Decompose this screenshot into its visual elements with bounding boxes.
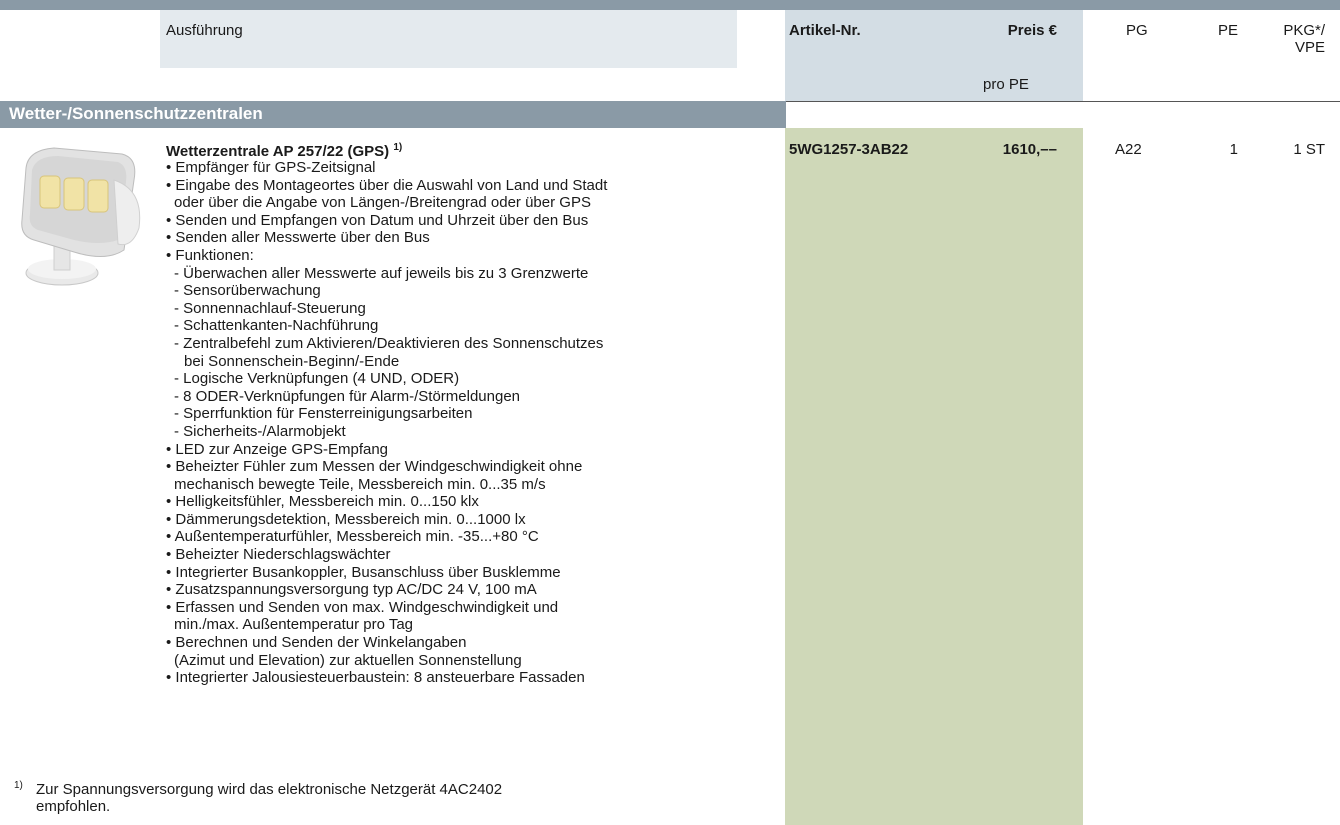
feature-item: min./max. Außentemperatur pro Tag (174, 616, 414, 634)
product-title-footnote-marker: 1) (393, 142, 403, 153)
feature-item: oder über die Angabe von Längen-/Breiten… (174, 194, 591, 212)
header-preis: Preis € (1007, 22, 1057, 39)
feature-item: • Senden und Empfangen von Datum und Uhr… (166, 211, 589, 229)
product-pkg: 1 ST (1293, 141, 1325, 158)
product-title-text: Wetterzentrale AP 257/22 (GPS) (166, 143, 390, 160)
product-preis: 1610,–– (1002, 141, 1057, 158)
footnote-line1: Zur Spannungsversorgung wird das elektro… (36, 781, 503, 798)
feature-item: • Eingabe des Montageortes über die Ausw… (166, 176, 608, 194)
product-title: Wetterzentrale AP 257/22 (GPS) 1) (166, 139, 402, 161)
header-pkg-line1: PKG*/ (1283, 22, 1325, 39)
header-pg: PG (1126, 22, 1148, 39)
header-artikel-nr: Artikel-Nr. (789, 22, 861, 39)
feature-item: • Dämmerungsdetektion, Messbereich min. … (166, 510, 526, 528)
feature-item: • Berechnen und Senden der Winkelangaben (166, 634, 467, 652)
header-pe: PE (1217, 22, 1238, 39)
feature-item: - Schattenkanten-Nachführung (174, 317, 379, 335)
feature-item: - Zentralbefehl zum Aktivieren/Deaktivie… (174, 334, 604, 352)
section-divider (786, 101, 1340, 102)
product-artikel-nr: 5WG1257-3AB22 (789, 141, 909, 158)
feature-item: • Integrierter Jalousiesteuerbaustein: 8… (166, 669, 585, 687)
feature-item: • Funktionen: (166, 246, 254, 264)
footnote-line2: empfohlen. (36, 798, 111, 815)
feature-item: bei Sonnenschein-Beginn/-Ende (184, 352, 400, 370)
feature-item: • Außentemperaturfühler, Messbereich min… (166, 528, 539, 546)
feature-item: (Azimut und Elevation) zur aktuellen Son… (174, 651, 522, 669)
header-ausfuehrung: Ausführung (166, 22, 243, 39)
header-pkg-line2: VPE (1294, 39, 1325, 56)
header-pro-pe: pro PE (983, 76, 1029, 93)
feature-item: • Helligkeitsfühler, Messbereich min. 0.… (166, 493, 479, 511)
product-pe: 1 (1229, 141, 1238, 158)
feature-item: - Überwachen aller Messwerte auf jeweils… (174, 264, 589, 282)
feature-item: mechanisch bewegte Teile, Messbereich mi… (174, 475, 546, 493)
footnote: 1) Zur Spannungsversorgung wird das elek… (14, 780, 718, 815)
feature-item: • LED zur Anzeige GPS-Empfang (166, 440, 389, 458)
feature-item: • Erfassen und Senden von max. Windgesch… (166, 598, 559, 616)
product-pg: A22 (1115, 141, 1142, 158)
article-price-highlight (785, 128, 1083, 825)
feature-item: • Empfänger für GPS-Zeitsignal (166, 159, 376, 176)
feature-item: - Sonnennachlauf-Steuerung (174, 299, 366, 317)
feature-item: • Senden aller Messwerte über den Bus (166, 229, 430, 247)
feature-list: • Empfänger für GPS-Zeitsignal • Eingabe… (166, 159, 766, 687)
feature-item: • Zusatzspannungsversorgung typ AC/DC 24… (166, 581, 537, 599)
feature-item: • Beheizter Niederschlagswächter (166, 546, 391, 564)
feature-item: - Logische Verknüpfungen (4 UND, ODER) (174, 370, 460, 388)
feature-item: - Sicherheits-/Alarmobjekt (174, 422, 346, 440)
feature-item: • Integrierter Busankoppler, Busanschlus… (166, 563, 561, 581)
feature-item: - Sperrfunktion für Fensterreinigungsarb… (174, 405, 473, 423)
feature-item: • Beheizter Fühler zum Messen der Windge… (166, 458, 583, 476)
feature-item: - 8 ODER-Verknüpfungen für Alarm-/Störme… (174, 387, 521, 405)
weather-station-image (21, 147, 141, 286)
footnote-marker: 1) (14, 780, 23, 791)
top-rule (0, 0, 1340, 10)
section-title: Wetter-/Sonnenschutzzentralen (9, 104, 263, 123)
feature-item: - Sensorüberwachung (174, 282, 321, 300)
header-description-cell (160, 10, 737, 68)
